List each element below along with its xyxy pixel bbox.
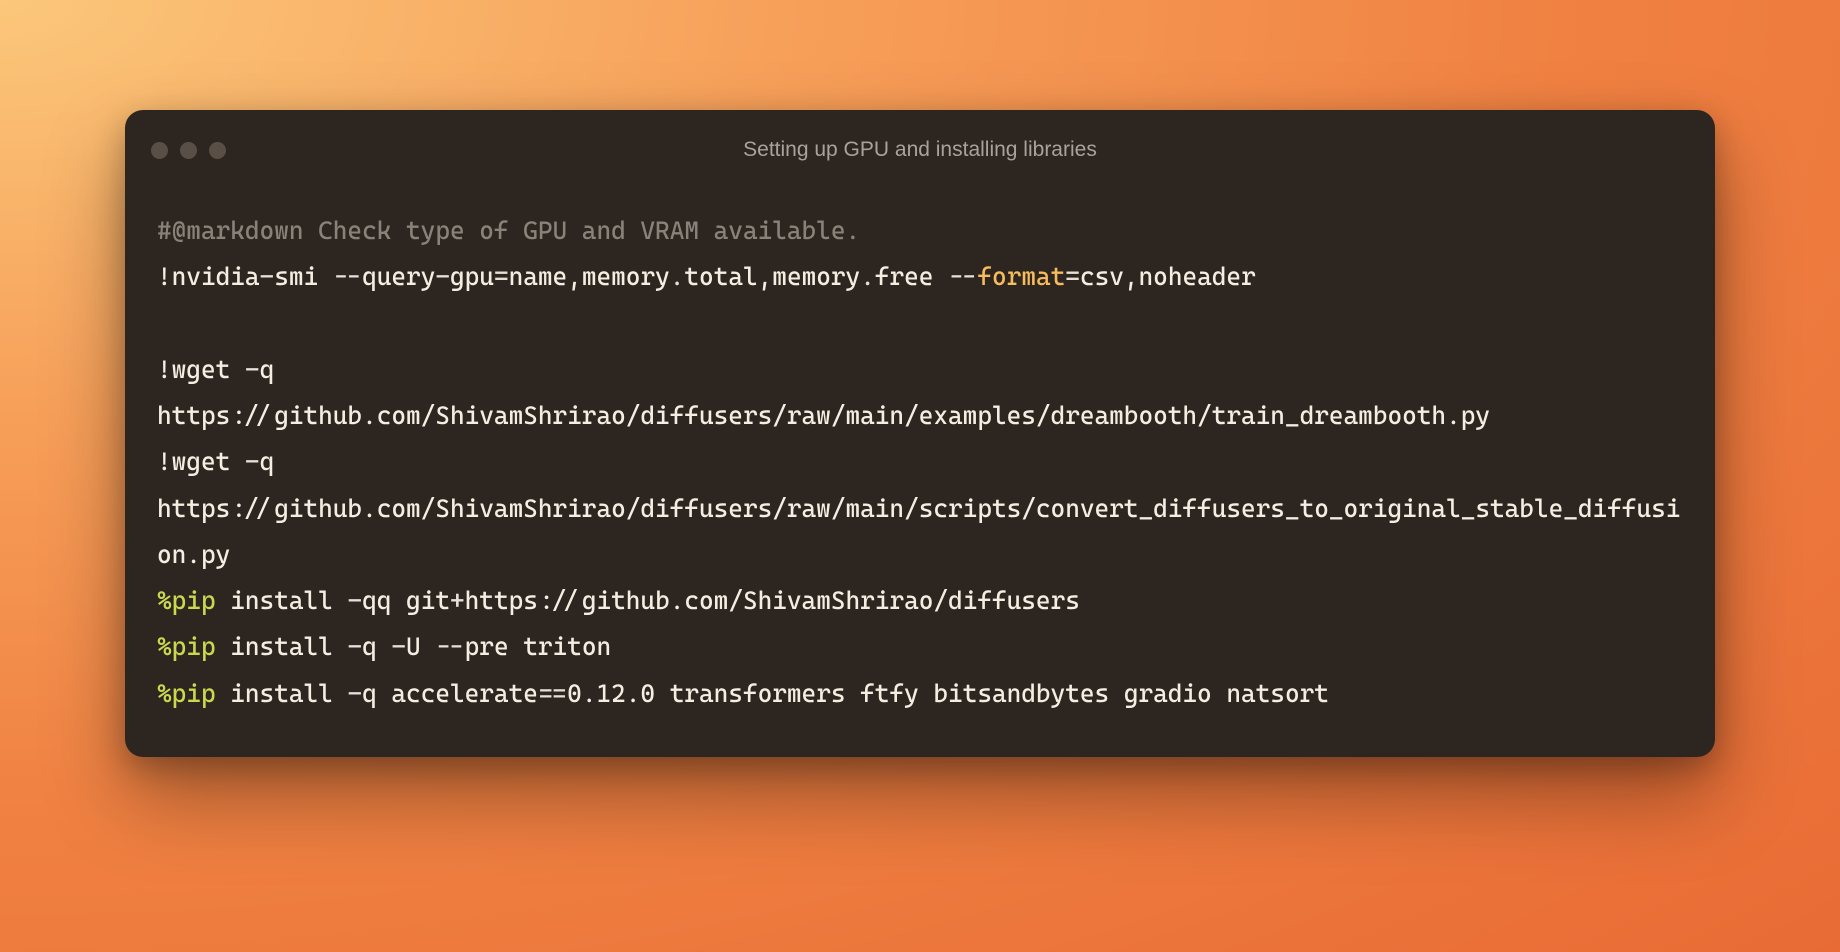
url: https://github.com/ShivamShrirao/diffuse… bbox=[157, 494, 1680, 569]
pip-magic: %pip bbox=[157, 679, 216, 708]
titlebar: Setting up GPU and installing libraries bbox=[125, 110, 1715, 170]
minimize-button[interactable] bbox=[180, 142, 197, 159]
traffic-lights bbox=[151, 142, 226, 159]
url: https://github.com/ShivamShrirao/diffuse… bbox=[157, 401, 1490, 430]
shell-bang: ! bbox=[157, 262, 172, 291]
comment-line: #@markdown Check type of GPU and VRAM av… bbox=[157, 216, 860, 245]
terminal-window: Setting up GPU and installing libraries … bbox=[125, 110, 1715, 757]
close-button[interactable] bbox=[151, 142, 168, 159]
shell-bang: ! bbox=[157, 447, 172, 476]
maximize-button[interactable] bbox=[209, 142, 226, 159]
pip-magic: %pip bbox=[157, 586, 216, 615]
shell-bang: ! bbox=[157, 355, 172, 384]
format-flag: format bbox=[977, 262, 1065, 291]
window-title: Setting up GPU and installing libraries bbox=[125, 138, 1715, 162]
code-content[interactable]: #@markdown Check type of GPU and VRAM av… bbox=[125, 170, 1715, 757]
pip-magic: %pip bbox=[157, 632, 216, 661]
